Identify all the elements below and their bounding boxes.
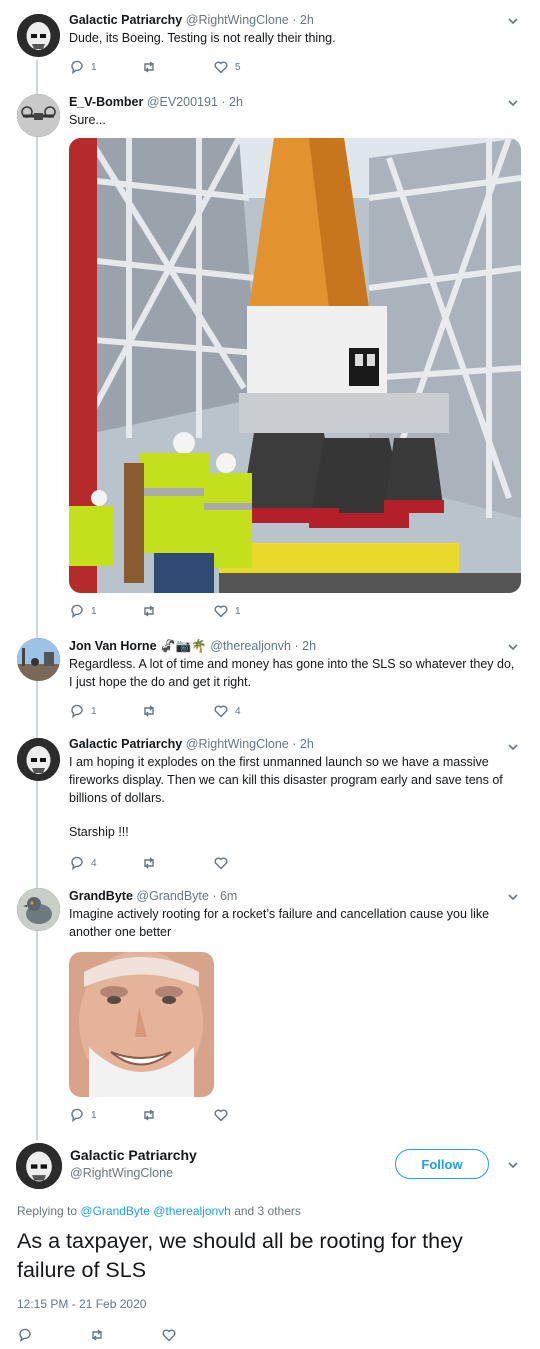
like-button[interactable]: 5 [213,59,285,75]
tweet-photo[interactable] [69,138,521,593]
chevron-down-icon[interactable] [506,640,520,654]
retweet-icon [144,605,154,617]
tweet-text: Regardless. A lot of time and money has … [69,657,515,689]
like-icon [214,61,228,74]
like-button[interactable] [213,855,285,871]
author-name[interactable]: Galactic Patriarchy [70,1146,197,1165]
tweet-text-2: Starship !!! [69,825,129,839]
tweet-text: Imagine actively rooting for a rocket’s … [69,907,490,939]
avatar[interactable] [17,738,60,781]
like-icon [214,605,228,618]
reply-icon [19,1328,31,1343]
replying-suffix[interactable]: and 3 others [234,1204,301,1218]
like-button[interactable]: 4 [213,703,285,719]
reply-button[interactable] [17,1327,89,1343]
avatar[interactable] [17,888,60,931]
reply-icon [71,704,83,719]
author-handle[interactable]: @EV200191 [147,95,218,109]
like-button[interactable] [213,1107,285,1123]
tweet-text: Sure... [69,113,106,127]
reply-count: 1 [91,605,97,617]
reply-tweet[interactable]: Jon Van Horne 🦨📷🌴 @therealjonvh · 2h Reg… [0,632,540,732]
reply-icon [71,60,83,75]
reply-button[interactable]: 1 [69,703,141,719]
chevron-down-icon[interactable] [506,890,520,904]
retweet-icon [144,705,154,717]
like-count: 4 [235,705,241,717]
retweet-icon [92,1329,102,1341]
reply-icon [71,604,83,619]
author-name[interactable]: Jon Van Horne [69,639,157,653]
author-name[interactable]: GrandByte [69,889,133,903]
avatar[interactable] [16,1143,62,1189]
avatar[interactable] [17,94,60,137]
replying-prefix: Replying to [17,1204,78,1218]
retweet-button[interactable] [89,1327,161,1343]
like-count: 5 [235,61,241,73]
like-button[interactable] [161,1327,233,1343]
reply-tweet[interactable]: E_V-Bomber @EV200191 · 2h Sure... 1 1 [0,88,540,628]
reply-count: 1 [91,61,97,73]
name-emoji: 🦨📷🌴 [160,639,207,653]
smiling-man-photo [69,952,214,1097]
tweet-photo[interactable] [69,952,214,1097]
tweet-time[interactable]: 2h [229,95,243,109]
reply-button[interactable]: 1 [69,603,141,619]
tweet-time[interactable]: 2h [302,639,316,653]
like-icon [214,705,228,718]
mention-link[interactable]: @GrandByte [80,1204,150,1218]
like-icon [214,1109,228,1122]
tweet-text: Dude, its Boeing. Testing is not really … [69,31,336,45]
chevron-down-icon[interactable] [506,96,520,110]
retweet-icon [144,61,154,73]
reply-tweet[interactable]: Galactic Patriarchy @RightWingClone · 2h… [0,0,540,88]
like-count: 1 [235,605,241,617]
rocket-photo [69,138,521,593]
tweet-time[interactable]: 2h [300,13,314,27]
main-tweet-text: As a taxpayer, we should all be rooting … [17,1229,463,1282]
like-button[interactable]: 1 [213,603,285,619]
author-handle[interactable]: @GrandByte [136,889,208,903]
tweet-text: I am hoping it explodes on the first unm… [69,755,503,805]
reply-tweet[interactable]: GrandByte @GrandByte · 6m Imagine active… [0,880,540,1130]
reply-count: 1 [91,1109,97,1121]
author-handle[interactable]: @therealjonvh [210,639,291,653]
author-name[interactable]: E_V-Bomber [69,95,143,109]
reply-count: 1 [91,705,97,717]
chevron-down-icon[interactable] [506,1158,520,1172]
tweet-time[interactable]: 2h [300,737,314,751]
like-icon [162,1329,176,1342]
retweet-icon [144,1109,154,1121]
author-handle[interactable]: @RightWingClone [70,1165,197,1182]
reply-button[interactable]: 1 [69,1107,141,1123]
retweet-button[interactable] [141,603,213,619]
author-name[interactable]: Galactic Patriarchy [69,737,182,751]
retweet-button[interactable] [141,59,213,75]
avatar[interactable] [17,14,60,57]
reply-button[interactable]: 4 [69,855,141,871]
reply-tweet[interactable]: Galactic Patriarchy @RightWingClone · 2h… [0,730,540,880]
tweet-time[interactable]: 6m [220,889,237,903]
reply-button[interactable]: 1 [69,59,141,75]
retweet-button[interactable] [141,703,213,719]
mention-link[interactable]: @therealjonvh [153,1204,231,1218]
like-icon [214,857,228,870]
author-handle[interactable]: @RightWingClone [186,737,289,751]
reply-icon [71,1108,83,1123]
avatar[interactable] [17,638,60,681]
follow-button[interactable]: Follow [395,1149,489,1179]
reply-count: 4 [91,857,97,869]
tweet-timestamp[interactable]: 12:15 PM - 21 Feb 2020 [17,1297,146,1311]
chevron-down-icon[interactable] [506,14,520,28]
retweet-icon [144,857,154,869]
author-handle[interactable]: @RightWingClone [186,13,289,27]
chevron-down-icon[interactable] [506,740,520,754]
retweet-button[interactable] [141,1107,213,1123]
replying-to: Replying to @GrandByte @therealjonvh and… [17,1204,301,1218]
author-name[interactable]: Galactic Patriarchy [69,13,182,27]
reply-icon [71,856,83,871]
retweet-button[interactable] [141,855,213,871]
